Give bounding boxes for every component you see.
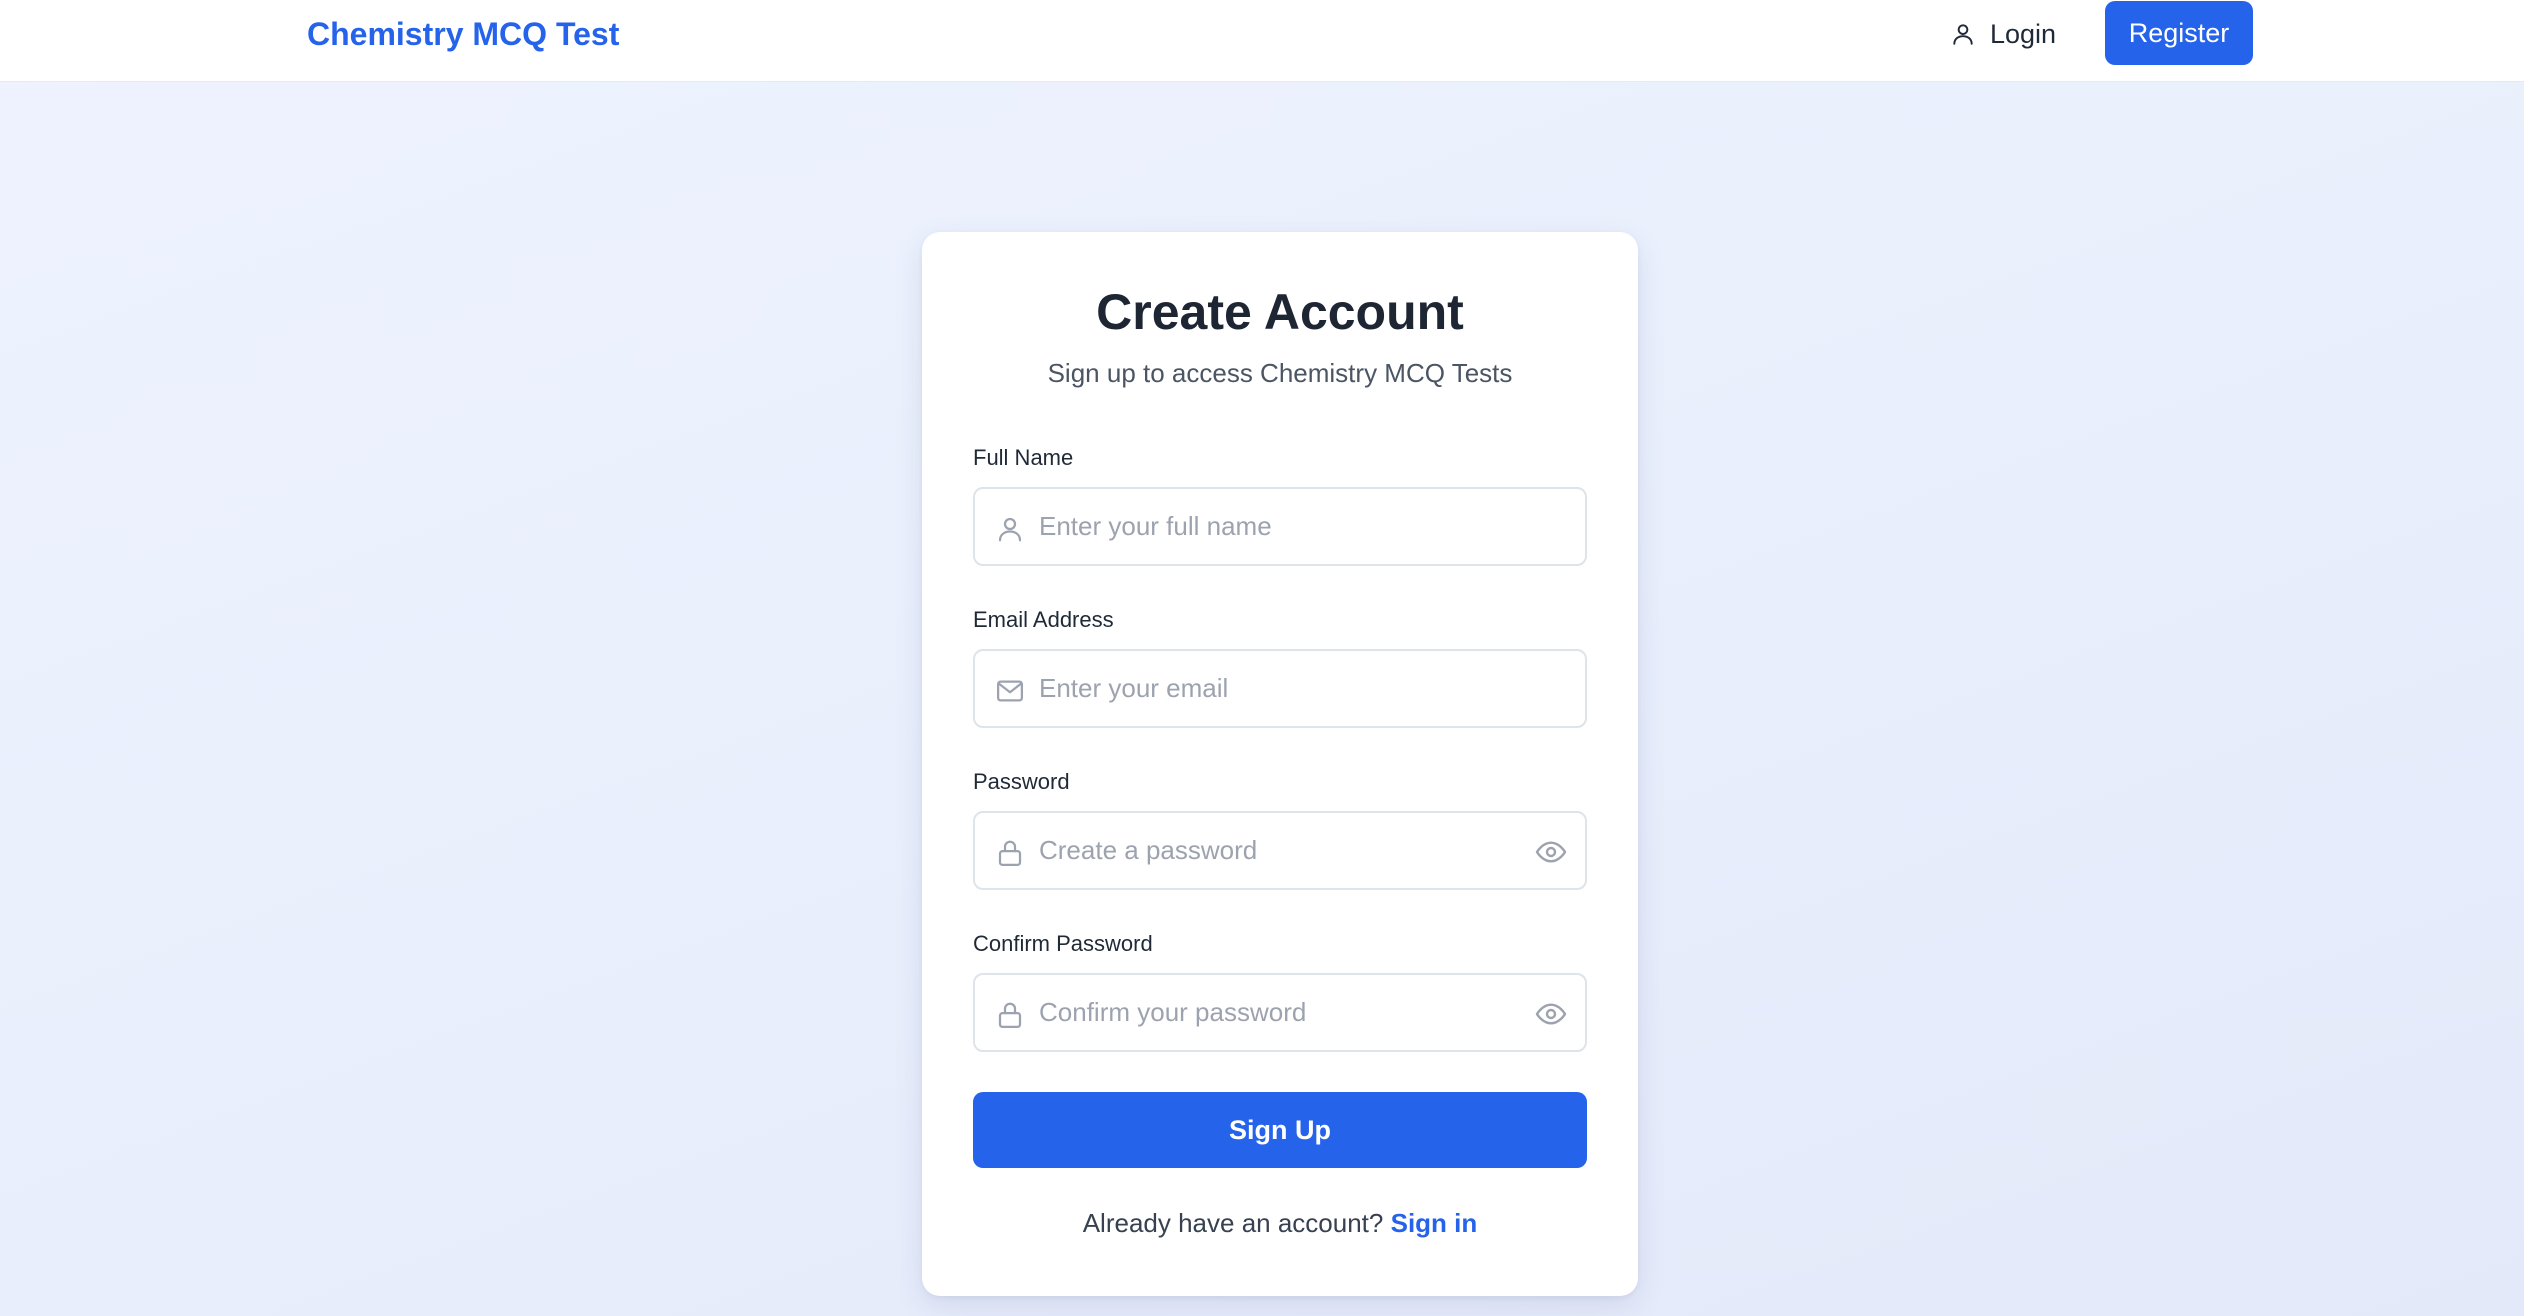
mail-icon: [997, 680, 1023, 702]
confirm-password-input[interactable]: [1039, 975, 1519, 1050]
lock-icon: [998, 1002, 1022, 1028]
page-subtitle: Sign up to access Chemistry MCQ Tests: [1047, 358, 1513, 388]
full-name-input[interactable]: [1039, 489, 1519, 564]
full-name-label: Full Name: [973, 445, 1074, 470]
email-input[interactable]: [1039, 651, 1519, 726]
sign-in-prompt: Already have an account? Sign in: [922, 1206, 1638, 1240]
top-navbar: Chemistry MCQ Test Login Register: [0, 0, 2524, 82]
login-label: Login: [1990, 18, 2057, 49]
sign-in-prompt-text: Already have an account?: [1082, 1208, 1384, 1238]
full-name-field[interactable]: [973, 487, 1587, 566]
login-link[interactable]: Login: [1950, 12, 2056, 56]
confirm-password-label: Confirm Password: [973, 931, 1153, 956]
user-icon: [998, 517, 1022, 542]
password-input[interactable]: [1039, 813, 1519, 888]
sign-in-link[interactable]: Sign in: [1391, 1208, 1478, 1238]
brand-logo[interactable]: Chemistry MCQ Test: [307, 14, 619, 54]
user-icon: [1953, 24, 1973, 45]
lock-icon: [998, 840, 1022, 866]
register-button[interactable]: Register: [2105, 1, 2253, 65]
email-field[interactable]: [973, 649, 1587, 728]
eye-icon[interactable]: [1535, 838, 1567, 866]
password-field[interactable]: [973, 811, 1587, 890]
confirm-password-field[interactable]: [973, 973, 1587, 1052]
sign-up-button[interactable]: Sign Up: [973, 1092, 1587, 1168]
password-label: Password: [973, 769, 1070, 794]
signup-card: Create Account Sign up to access Chemist…: [922, 232, 1638, 1296]
email-label: Email Address: [973, 607, 1114, 632]
eye-icon[interactable]: [1535, 1000, 1567, 1028]
page-title: Create Account: [1096, 284, 1464, 340]
